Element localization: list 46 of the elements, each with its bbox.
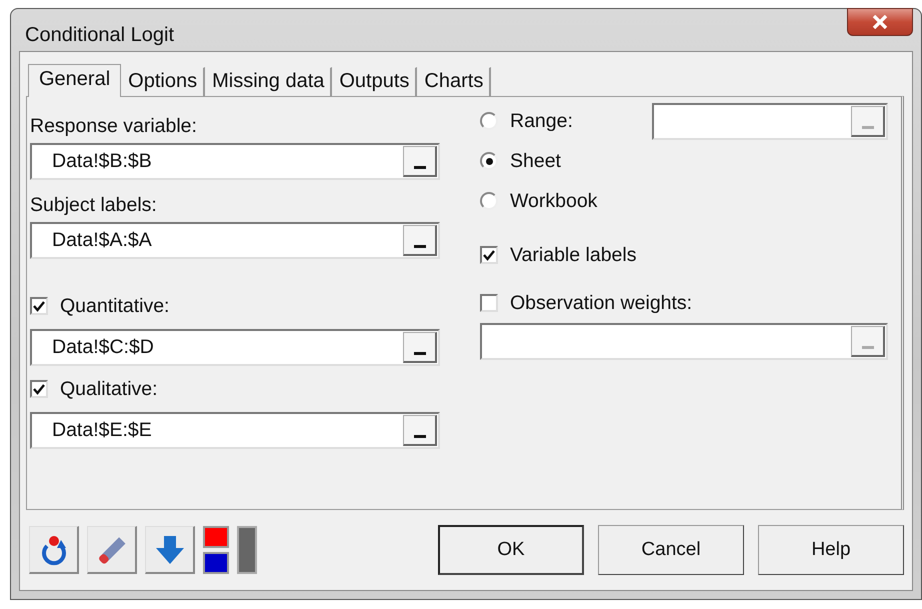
tab[interactable]: General (28, 64, 122, 97)
input-field[interactable]: Data!$C:$D (30, 329, 440, 366)
checkbox-label: Qualitative: (60, 378, 158, 400)
dialog-button[interactable]: Help (758, 525, 904, 575)
dash-icon (414, 245, 426, 248)
radio-button[interactable] (480, 112, 498, 130)
dash-icon (862, 126, 874, 128)
dialog-button[interactable]: OK (438, 525, 584, 575)
radio-label: Sheet (510, 150, 561, 172)
close-button[interactable] (847, 8, 913, 36)
eraser-button[interactable] (87, 526, 137, 574)
swatch-button[interactable] (203, 526, 229, 548)
window-title: Conditional Logit (25, 24, 174, 47)
close-icon (872, 15, 888, 29)
checkbox[interactable] (480, 294, 498, 312)
dash-icon (414, 166, 426, 169)
down-arrow-icon (154, 534, 186, 566)
input-field[interactable]: Data!$E:$E (30, 412, 440, 449)
weights-field[interactable] (480, 323, 888, 360)
reset-button[interactable] (29, 526, 79, 574)
dash-icon (414, 435, 426, 438)
down-arrow-button[interactable] (145, 526, 195, 574)
radio-button[interactable] (480, 192, 498, 210)
radio-button[interactable] (480, 152, 498, 170)
swatch-button[interactable] (203, 552, 229, 574)
dash-icon (862, 346, 874, 349)
browse-button[interactable] (403, 146, 437, 177)
checkbox-label: Quantitative: (60, 295, 170, 317)
checkbox-label: Observation weights: (510, 292, 692, 314)
radio-label: Range: (510, 110, 573, 132)
radio-label: Workbook (510, 190, 598, 212)
checkbox[interactable] (30, 297, 48, 315)
checkbox[interactable] (480, 246, 498, 264)
checkbox-label: Variable labels (510, 244, 636, 266)
browse-button[interactable] (403, 415, 437, 446)
field-label: Subject labels: (30, 194, 158, 216)
input-field[interactable]: Data!$B:$B (30, 143, 440, 180)
range-field[interactable] (652, 102, 888, 140)
browse-button[interactable] (403, 332, 437, 363)
bar-button[interactable] (237, 526, 257, 574)
browse-button[interactable] (403, 225, 437, 256)
dash-icon (414, 352, 426, 355)
checkbox[interactable] (30, 380, 48, 398)
input-field[interactable]: Data!$A:$A (30, 222, 440, 259)
field-label: Response variable: (30, 115, 198, 137)
dialog-button[interactable]: Cancel (598, 525, 744, 575)
